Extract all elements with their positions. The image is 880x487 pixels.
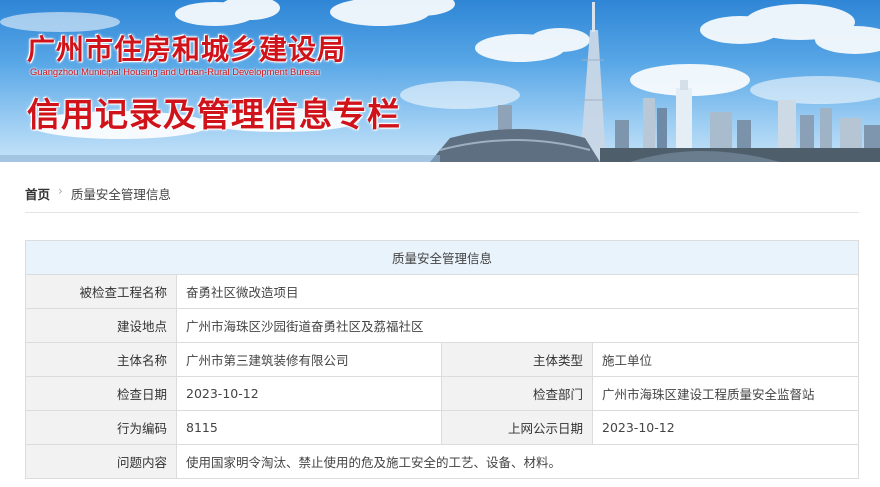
- quality-safety-info-table: 质量安全管理信息 被检查工程名称 奋勇社区微改造项目 建设地点 广州市海珠区沙园…: [24, 240, 860, 479]
- table-row: 主体名称 广州市第三建筑装修有限公司 主体类型 施工单位: [25, 342, 860, 377]
- publish-date-value: 2023-10-12: [591, 410, 860, 445]
- entity-name-value: 广州市第三建筑装修有限公司: [176, 342, 442, 377]
- location-label: 建设地点: [25, 308, 177, 343]
- check-date-label: 检查日期: [25, 376, 177, 411]
- table-caption: 质量安全管理信息: [24, 240, 860, 275]
- project-name-label: 被检查工程名称: [25, 274, 177, 309]
- table-row: 问题内容 使用国家明令淘汰、禁止使用的危及施工安全的工艺、设备、材料。: [25, 444, 860, 479]
- check-department-label: 检查部门: [441, 376, 593, 411]
- check-date-value: 2023-10-12: [176, 376, 442, 411]
- problem-content-value: 使用国家明令淘汰、禁止使用的危及施工安全的工艺、设备、材料。: [175, 444, 860, 479]
- table-row: 行为编码 8115 上网公示日期 2023-10-12: [25, 410, 860, 445]
- table-row: 被检查工程名称 奋勇社区微改造项目: [25, 274, 860, 309]
- location-value: 广州市海珠区沙园街道奋勇社区及荔福社区: [175, 308, 860, 343]
- header-banner: 广州市住房和城乡建设局 Guangzhou Municipal Housing …: [0, 0, 880, 162]
- problem-content-label: 问题内容: [25, 444, 177, 479]
- entity-type-value: 施工单位: [591, 342, 860, 377]
- bureau-title: 广州市住房和城乡建设局: [27, 33, 347, 66]
- table-row: 建设地点 广州市海珠区沙园街道奋勇社区及荔福社区: [25, 308, 860, 343]
- breadcrumb-current: 质量安全管理信息: [70, 187, 171, 202]
- project-name-value: 奋勇社区微改造项目: [175, 274, 860, 309]
- table-header-row: 质量安全管理信息: [24, 240, 860, 275]
- table-row: 检查日期 2023-10-12 检查部门 广州市海珠区建设工程质量安全监督站: [25, 376, 860, 411]
- publish-date-label: 上网公示日期: [441, 410, 593, 445]
- bureau-title-english: Guangzhou Municipal Housing and Urban-Ru…: [30, 66, 321, 77]
- behavior-code-value: 8115: [176, 410, 442, 445]
- entity-name-label: 主体名称: [25, 342, 177, 377]
- check-department-value: 广州市海珠区建设工程质量安全监督站: [591, 376, 860, 411]
- breadcrumb-home-link[interactable]: 首页: [25, 184, 50, 203]
- breadcrumb-separator-icon: ›: [58, 184, 63, 198]
- entity-type-label: 主体类型: [441, 342, 593, 377]
- breadcrumb: 首页 › 质量安全管理信息: [25, 184, 859, 213]
- city-skyline-image: [0, 0, 880, 162]
- column-subtitle: 信用记录及管理信息专栏: [27, 95, 401, 134]
- behavior-code-label: 行为编码: [25, 410, 177, 445]
